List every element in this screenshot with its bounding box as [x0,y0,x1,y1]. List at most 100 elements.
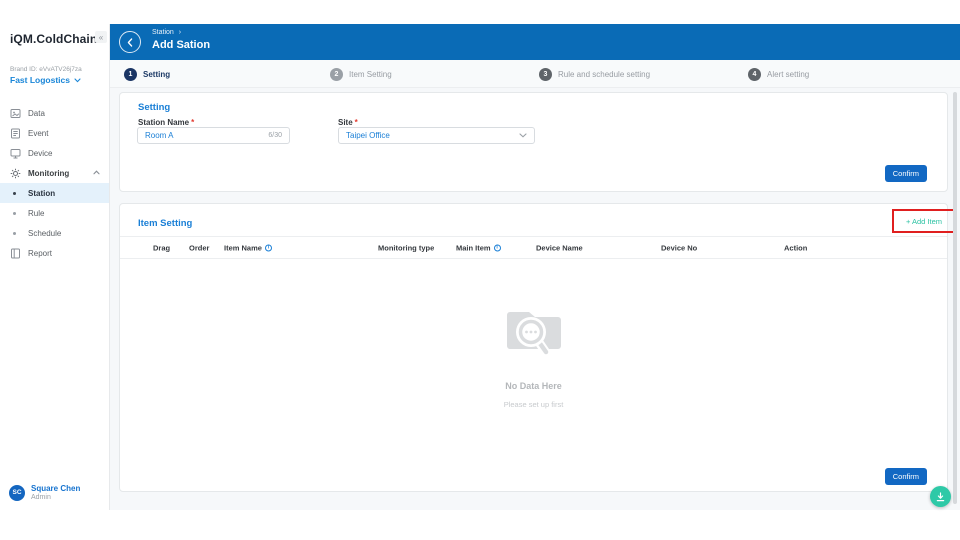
add-item-button[interactable]: + Add Item [906,217,942,226]
item-setting-confirm-button[interactable]: Confirm [885,468,927,485]
station-name-label: Station Name* [138,118,194,127]
step-label: Rule and schedule setting [558,70,650,79]
step-item-setting: 2 Item Setting [330,60,392,88]
sidebar-item-label: Device [28,149,52,158]
site-select-value: Taipei Office [346,131,390,140]
step-setting: 1 Setting [124,60,170,88]
user-profile[interactable]: SC Square Chen Admin [9,484,80,501]
bullet-icon [13,232,16,235]
required-asterisk: * [191,118,194,127]
station-name-field-wrap: 6/30 [137,127,290,144]
col-label: Item Name [224,243,262,252]
required-asterisk: * [355,118,358,127]
table-header-row: Drag Order Item Namei Monitoring type Ma… [120,236,947,259]
event-icon [10,128,21,139]
station-name-input[interactable] [145,131,268,140]
char-counter: 6/30 [268,132,282,139]
info-icon[interactable]: i [265,244,272,251]
gear-icon [10,168,21,179]
info-icon[interactable]: i [494,244,501,251]
step-alert-setting: 4 Alert setting [748,60,809,88]
logo-suffix: ColdChain [36,32,97,46]
setting-card-title: Setting [138,102,170,113]
step-number: 3 [539,68,552,81]
page-title: Add Sation [152,39,210,51]
setting-card: Setting Station Name* 6/30 Site* Taipei … [119,92,948,192]
col-label: Main Item [456,243,491,252]
sidebar-item-label: Monitoring [28,169,69,178]
user-name: Square Chen [31,484,80,493]
org-switcher[interactable]: Fast Logostics [10,75,81,85]
col-label: Order [189,243,209,252]
stepper: 1 Setting 2 Item Setting 3 Rule and sche… [110,60,960,88]
device-icon [10,148,21,159]
chevron-left-icon [127,38,133,47]
sidebar-item-event[interactable]: Event [0,123,109,143]
avatar: SC [9,485,25,501]
station-name-label-text: Station Name [138,118,189,127]
download-fab-button[interactable] [930,486,951,507]
step-label: Alert setting [767,70,809,79]
item-setting-card: Item Setting + Add Item Drag Order Item … [119,203,948,492]
sidebar-item-monitoring[interactable]: Monitoring [0,163,109,183]
sidebar-item-rule[interactable]: Rule [0,203,109,223]
step-number: 1 [124,68,137,81]
user-role: Admin [31,494,80,501]
col-order: Order [189,243,209,252]
bullet-icon [13,212,16,215]
col-item-name: Item Namei [224,243,272,252]
report-icon [10,248,21,259]
step-rule-schedule-setting: 3 Rule and schedule setting [539,60,650,88]
chevron-down-icon [74,78,81,83]
empty-state: No Data Here Please set up first [120,304,947,409]
sidebar-item-data[interactable]: Data [0,103,109,123]
back-button[interactable] [119,31,141,53]
col-label: Device Name [536,243,583,252]
no-data-icon [503,304,565,362]
sidebar-item-label: Station [28,189,55,198]
sidebar-collapse-icon[interactable]: « [95,31,107,43]
step-label: Item Setting [349,70,392,79]
data-icon [10,108,21,119]
breadcrumb-station[interactable]: Station [152,29,174,36]
annotation-red-box: + Add Item [892,209,956,233]
sidebar-item-label: Event [28,129,48,138]
breadcrumb[interactable]: Station › [152,29,181,36]
sidebar-item-label: Data [28,109,45,118]
item-setting-card-title: Item Setting [138,218,192,229]
col-drag: Drag [153,243,170,252]
col-monitoring-type: Monitoring type [378,243,434,252]
site-label: Site* [338,118,358,127]
col-action: Action [784,243,807,252]
col-label: Drag [153,243,170,252]
sidebar-item-schedule[interactable]: Schedule [0,223,109,243]
brand-id-label: Brand ID: eVvATV26j7za [10,66,82,73]
col-label: Monitoring type [378,243,434,252]
app-page: iQM.ColdChain « Brand ID: eVvATV26j7za F… [0,0,960,540]
sidebar-item-report[interactable]: Report [0,243,109,263]
setting-confirm-button[interactable]: Confirm [885,165,927,182]
sidebar-item-label: Rule [28,209,44,218]
sidebar: iQM.ColdChain « Brand ID: eVvATV26j7za F… [0,24,110,510]
site-label-text: Site [338,118,353,127]
col-label: Action [784,243,807,252]
step-number: 2 [330,68,343,81]
main-area: Station › Add Sation 1 Setting 2 Item Se… [110,24,960,510]
sidebar-item-device[interactable]: Device [0,143,109,163]
logo-prefix: iQM. [10,32,36,46]
col-device-no: Device No [661,243,697,252]
sidebar-item-station[interactable]: Station [0,183,109,203]
page-header: Station › Add Sation [110,24,960,60]
bullet-icon [13,192,16,195]
chevron-up-icon [93,170,100,175]
col-label: Device No [661,243,697,252]
col-main-item: Main Itemi [456,243,501,252]
chevron-down-icon [519,133,527,138]
sidebar-menu: Data Event Device Monitoring Station [0,103,109,263]
content-area: Setting Station Name* 6/30 Site* Taipei … [110,88,960,510]
site-select[interactable]: Taipei Office [338,127,535,144]
download-icon [936,492,945,502]
breadcrumb-separator: › [179,29,181,36]
sidebar-item-label: Schedule [28,229,61,238]
vertical-scrollbar[interactable] [953,92,957,504]
